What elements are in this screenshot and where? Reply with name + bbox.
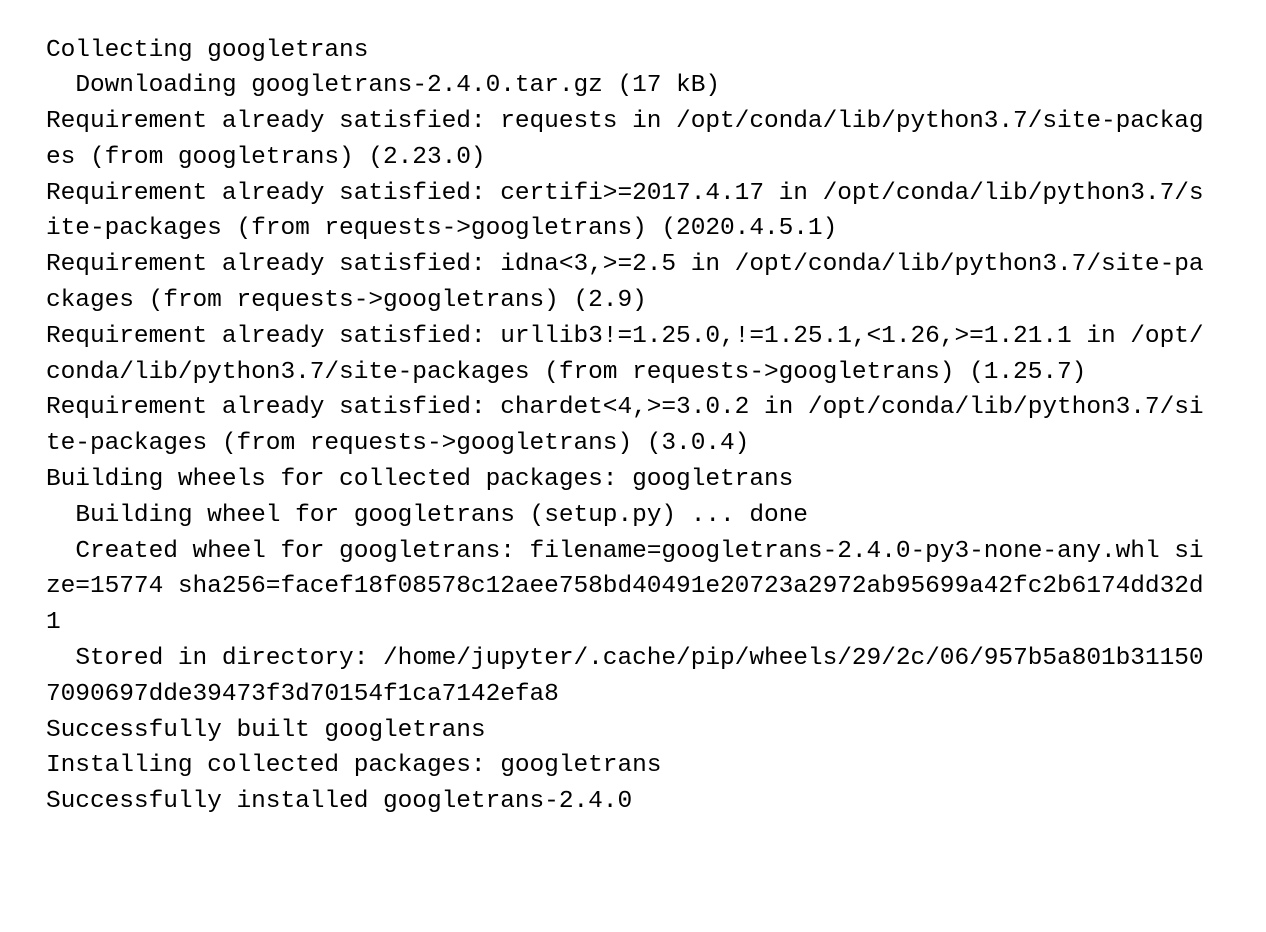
output-line: Requirement already satisfied: chardet<4… <box>46 394 1204 458</box>
output-line: Requirement already satisfied: urllib3!=… <box>46 322 1204 386</box>
output-line: Created wheel for googletrans: filename=… <box>46 537 1204 637</box>
output-line: Requirement already satisfied: certifi>=… <box>46 179 1204 243</box>
output-line: Installing collected packages: googletra… <box>46 752 662 780</box>
output-line: Requirement already satisfied: idna<3,>=… <box>46 251 1204 315</box>
output-line: Building wheel for googletrans (setup.py… <box>46 501 808 529</box>
output-line: Successfully installed googletrans-2.4.0 <box>46 788 633 816</box>
terminal-output: Collecting googletrans Downloading googl… <box>46 33 1218 821</box>
output-line: Building wheels for collected packages: … <box>46 466 794 494</box>
output-line: Successfully built googletrans <box>46 716 486 744</box>
output-line: Stored in directory: /home/jupyter/.cach… <box>46 645 1204 708</box>
output-line: Collecting googletrans <box>46 36 369 64</box>
output-line: Downloading googletrans-2.4.0.tar.gz (17… <box>46 72 721 100</box>
output-line: Requirement already satisfied: requests … <box>46 108 1204 171</box>
